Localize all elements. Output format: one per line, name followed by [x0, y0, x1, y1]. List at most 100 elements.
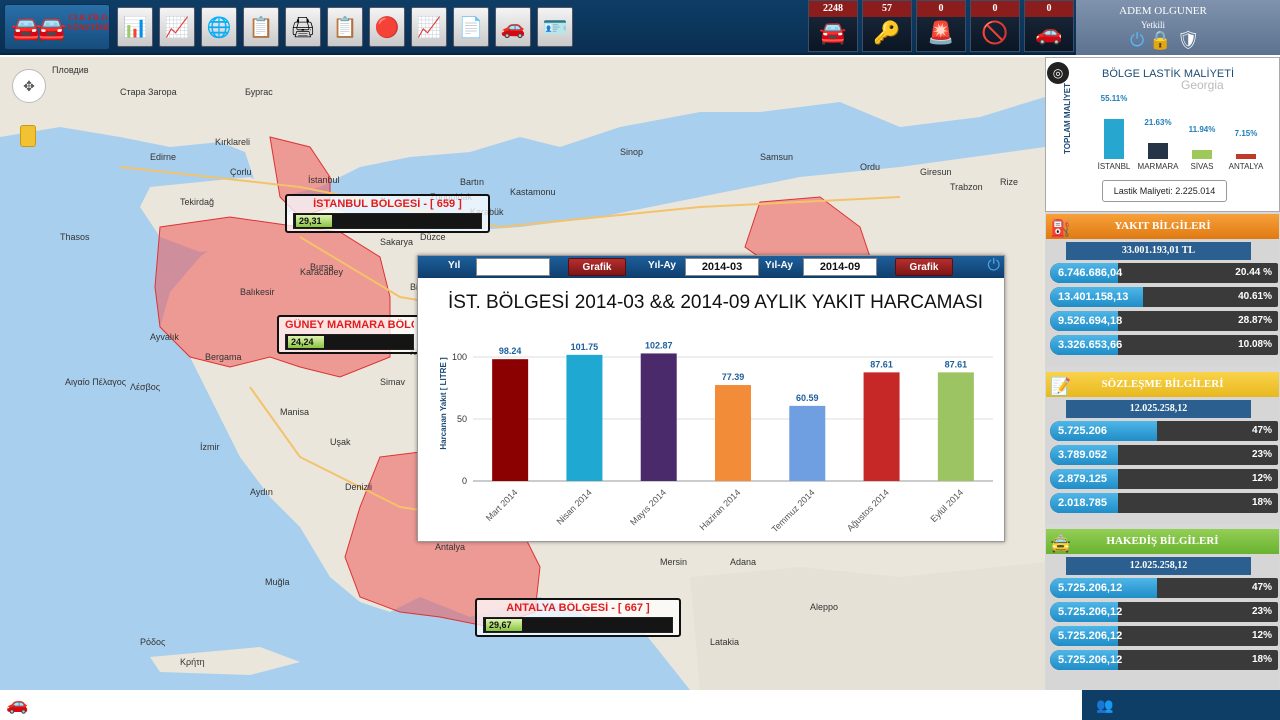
sozlesme-row[interactable]: 2.018.785 18% [1050, 493, 1278, 513]
map-pan-control[interactable]: ✥ [12, 69, 46, 103]
shield-icon[interactable]: 🛡 [1177, 30, 1200, 50]
user-name: ADEM OLGUNER [1119, 5, 1207, 17]
hakedis-header: 🚖 HAKEDİŞ BİLGİLERİ [1046, 529, 1279, 554]
grafik-button-1[interactable]: Grafik [568, 258, 626, 276]
chart-filter-bar: Yıl Grafik Yıl-Ay 2014-03 Yıl-Ay 2014-09… [418, 256, 1004, 278]
status-counter[interactable]: 0 🚗 [1024, 0, 1074, 52]
bar [640, 353, 677, 481]
power-icon[interactable]: ⏻ [1130, 30, 1144, 50]
app-logo[interactable]: 🚘🚘 CLK FİLO YÖNETİMİ [4, 4, 110, 50]
user-panel: ADEM OLGUNER Yetkili ⏻ 🔒 🛡 [1076, 0, 1280, 55]
map-place-label: Giresun [920, 167, 952, 177]
lastik-bar [1148, 143, 1168, 159]
car-cost-icon[interactable]: 🚗 [495, 7, 531, 47]
row-percent: 12% [1251, 473, 1272, 484]
yakit-row[interactable]: 13.401.158,13 40.61% [1050, 287, 1278, 307]
fuel-chart-panel: Yıl Grafik Yıl-Ay 2014-03 Yıl-Ay 2014-09… [417, 255, 1005, 542]
users-icon: 👥 [1096, 697, 1114, 713]
row-value: 5.725.206,12 [1058, 630, 1123, 642]
hakedis-total: 12.025.258,12 [1066, 557, 1251, 575]
x-tick-label: Mart 2014 [484, 487, 520, 523]
region-box-guney-marmara[interactable]: GÜNEY MARMARA BÖLGESİ 24,24 [277, 315, 422, 354]
row-percent: 23% [1251, 606, 1272, 617]
status-counter[interactable]: 0 🚨 [916, 0, 966, 52]
yil-input[interactable] [476, 258, 550, 276]
clipboard-icon[interactable]: 📋 [327, 7, 363, 47]
hakedis-row[interactable]: 5.725.206,12 47% [1050, 578, 1278, 598]
document-icon[interactable]: 📋 [243, 7, 279, 47]
data-label: 98.24 [499, 346, 522, 356]
hakedis-row[interactable]: 5.725.206,12 23% [1050, 602, 1278, 622]
map-place-label: Пловдив [52, 65, 89, 75]
map-place-label: Ayvalık [150, 332, 179, 342]
map-place-label: Thasos [60, 232, 90, 242]
chart-icon[interactable]: 📈 [159, 7, 195, 47]
yakit-rows: 6.746.686,04 20.44 % 13.401.158,13 40.61% 9.… [1046, 263, 1279, 355]
sozlesme-row[interactable]: 2.879.125 12% [1050, 469, 1278, 489]
lastik-pct-label: 55.11% [1100, 94, 1128, 103]
bar [937, 372, 974, 481]
tire-icon: ◎ [1047, 62, 1069, 84]
globe-icon[interactable]: 🌐 [201, 7, 237, 47]
status-counter[interactable]: 57 🔑 [862, 0, 912, 52]
status-counter[interactable]: 2248 🚘 [808, 0, 858, 52]
region-value: 29,67 [486, 619, 522, 631]
y-axis-label: Harcanan Yakıt [ LITRE ] [439, 357, 448, 450]
row-percent: 40.61% [1238, 291, 1272, 302]
yilay-label-2: Yıl-Ay [765, 260, 793, 271]
region-box-istanbul[interactable]: İSTANBUL BÖLGESİ - [ 659 ] 29,31 [285, 194, 490, 233]
yakit-row[interactable]: 9.526.694,18 28.87% [1050, 311, 1278, 331]
row-value: 13.401.158,13 [1058, 291, 1129, 303]
trend-icon[interactable]: 📈 [411, 7, 447, 47]
data-label: 101.75 [571, 342, 599, 352]
status-counter[interactable]: 0 🚫 [970, 0, 1020, 52]
sozlesme-row[interactable]: 5.725.206 47% [1050, 421, 1278, 441]
counter-value: 0 [917, 1, 965, 17]
row-percent: 47% [1251, 582, 1272, 593]
region-box-antalya[interactable]: ANTALYA BÖLGESİ - [ 667 ] 29,67 [475, 598, 681, 637]
key-icon: 🔑 [873, 20, 901, 45]
lastik-pct-label: 21.63% [1144, 118, 1172, 128]
map-place-label: Adana [730, 557, 757, 567]
map-place-label: Sakarya [380, 237, 414, 247]
users-button[interactable]: 👥 [1082, 690, 1280, 720]
badge-icon[interactable]: 🔴 [369, 7, 405, 47]
lock-icon[interactable]: 🔒 [1149, 30, 1171, 50]
row-value: 2.879.125 [1058, 473, 1107, 485]
cars-icon: 🚘🚘 [11, 16, 67, 43]
hakedis-row[interactable]: 5.725.206,12 18% [1050, 650, 1278, 670]
bar [715, 385, 751, 481]
sozlesme-row[interactable]: 3.789.052 23% [1050, 445, 1278, 465]
plate-icon[interactable]: 🪪 [537, 7, 573, 47]
yilay-input-2[interactable]: 2014-09 [803, 258, 877, 276]
yakit-row[interactable]: 3.326.653,66 10.08% [1050, 335, 1278, 355]
sozlesme-rows: 5.725.206 47% 3.789.052 23% 2.879.125 12% 2.01… [1046, 421, 1279, 513]
map-place-label: Ρόδος [140, 637, 166, 647]
yilay-input-1[interactable]: 2014-03 [685, 258, 759, 276]
row-percent: 12% [1251, 630, 1272, 641]
lastik-pct-label: 11.94% [1188, 125, 1216, 135]
file-icon[interactable]: 📄 [453, 7, 489, 47]
x-tick-label: Haziran 2014 [697, 487, 742, 532]
yakit-header: ⛽ YAKIT BİLGİLERİ [1046, 214, 1279, 239]
contract-icon: 📝 [1050, 377, 1072, 396]
bar [566, 354, 603, 481]
counter-value: 0 [971, 1, 1019, 17]
data-label: 87.61 [945, 359, 968, 369]
map-place-label: Uşak [330, 437, 351, 447]
yakit-row[interactable]: 6.746.686,04 20.44 % [1050, 263, 1278, 283]
row-value: 6.746.686,04 [1058, 267, 1123, 279]
lastik-bg-text: Georgia [1181, 78, 1224, 92]
car-x-icon: 🚫 [981, 20, 1009, 45]
hakedis-row[interactable]: 5.725.206,12 12% [1050, 626, 1278, 646]
close-power-icon[interactable]: ⏻ [987, 257, 1000, 275]
street-view-pegman-icon[interactable] [20, 125, 36, 147]
printer-icon[interactable]: 🖨 [285, 7, 321, 47]
grafik-button-2[interactable]: Grafik [895, 258, 953, 276]
data-label: 102.87 [645, 340, 673, 350]
car-icon[interactable]: 🚗 [6, 694, 28, 715]
fuel-pump-icon: ⛽ [1050, 219, 1072, 238]
row-percent: 20.44 % [1235, 267, 1272, 278]
report-icon[interactable]: 📊 [117, 7, 153, 47]
row-value: 3.326.653,66 [1058, 339, 1123, 351]
